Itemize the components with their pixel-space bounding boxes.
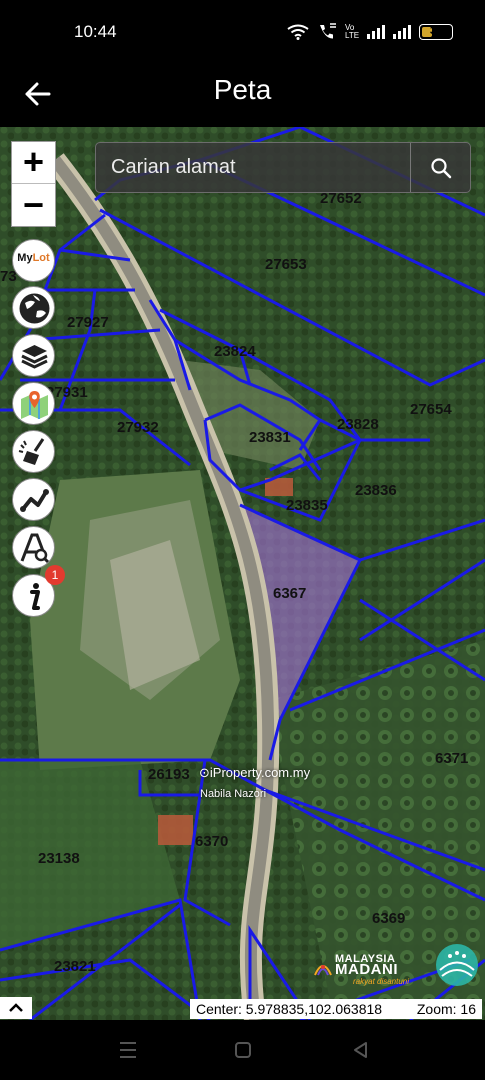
watermark: ⊙iProperty.com.my: [199, 765, 310, 781]
chevron-up-icon: [9, 1003, 23, 1012]
mylot-icon: MyLot: [13, 252, 54, 264]
layers-button[interactable]: [12, 334, 55, 377]
system-nav-bar: [0, 1020, 485, 1080]
search-button[interactable]: [410, 143, 470, 192]
call-icon: [317, 23, 337, 41]
zoom-level: Zoom: 16: [416, 1001, 476, 1017]
lot-label-23831: 23831: [249, 429, 291, 446]
layers-icon: [21, 345, 48, 369]
mylot-label-lot: Lot: [32, 252, 50, 264]
text-search-icon: [20, 533, 52, 566]
home-icon: [235, 1042, 251, 1058]
lot-label-6369: 6369: [372, 910, 406, 927]
lot-label-6367: 6367: [273, 585, 307, 602]
watermark-text: iProperty.com.my: [209, 765, 311, 780]
location-icon: ⊙: [199, 765, 210, 780]
lot-label-23828: 23828: [337, 416, 379, 433]
map-info-bar: Center: 5.978835,102.063818 Zoom: 16: [190, 999, 482, 1019]
lot-label-23821: 23821: [54, 958, 96, 975]
search-icon: [431, 158, 452, 179]
lot-label-23835: 23835: [286, 497, 328, 514]
mylot-label-my: My: [17, 252, 33, 264]
lot-label-23836: 23836: [355, 482, 397, 499]
measure-button[interactable]: [12, 478, 55, 521]
address-search-input[interactable]: [96, 143, 410, 192]
logo-tagline: rakyat disantuni: [353, 977, 410, 986]
lot-label-6371: 6371: [435, 750, 469, 767]
lot-label-26193: 26193: [148, 766, 190, 783]
battery-icon: 36: [419, 24, 453, 40]
search-bar: [95, 142, 471, 193]
madani-emblem-icon: [314, 965, 332, 976]
globe-icon: [19, 293, 50, 324]
notification-badge: 1: [45, 565, 65, 585]
signal-icon-1: [367, 25, 385, 39]
volte-icon: Vo LTE: [345, 23, 360, 40]
watermark-author: Nabila Nazori: [200, 788, 267, 800]
nav-back-button[interactable]: [347, 1038, 375, 1062]
status-icons: Vo LTE 36: [287, 22, 453, 42]
battery-level: 36: [429, 25, 443, 37]
center-coordinates: Center: 5.978835,102.063818: [196, 1001, 383, 1017]
recent-apps-button[interactable]: [114, 1038, 142, 1062]
map-pin-icon: [21, 391, 48, 419]
menu-icon: [120, 1042, 136, 1058]
search-lot-button[interactable]: [12, 526, 55, 569]
basemap-button[interactable]: [12, 286, 55, 329]
lot-label-27932: 27932: [117, 419, 159, 436]
signal-icon-2: [393, 25, 411, 39]
satellite-map[interactable]: [0, 127, 485, 1020]
page-title: Peta: [213, 74, 272, 105]
zoom-out-button[interactable]: −: [12, 185, 55, 227]
status-time: 10:44: [74, 22, 117, 41]
map-view[interactable]: 27652 27653 73 27927 23824 27931 27654 2…: [0, 127, 485, 1020]
lot-label-27927: 27927: [67, 314, 109, 331]
zoom-in-button[interactable]: +: [12, 142, 55, 184]
lot-label-27654: 27654: [410, 401, 452, 418]
lot-label-23824: 23824: [214, 343, 256, 360]
app-bar: Peta: [0, 64, 485, 127]
logo-text-big: MADANI: [335, 961, 398, 978]
lot-label-6370: 6370: [195, 833, 229, 850]
clear-button[interactable]: [12, 430, 55, 473]
status-bar: 10:44 Vo LTE 36: [0, 0, 485, 64]
zoom-control: + −: [11, 141, 56, 227]
measure-icon: [20, 489, 49, 512]
lot-label-23138: 23138: [38, 850, 80, 867]
mylot-button[interactable]: MyLot: [12, 239, 55, 282]
wifi-icon: [287, 24, 309, 40]
location-button[interactable]: [12, 382, 55, 425]
broom-icon: [18, 438, 45, 465]
lot-label-27653: 27653: [265, 256, 307, 273]
home-button[interactable]: [229, 1038, 257, 1062]
collapse-button[interactable]: [0, 997, 32, 1019]
triangle-back-icon: [354, 1042, 367, 1058]
agency-logo-icon: [436, 944, 478, 986]
